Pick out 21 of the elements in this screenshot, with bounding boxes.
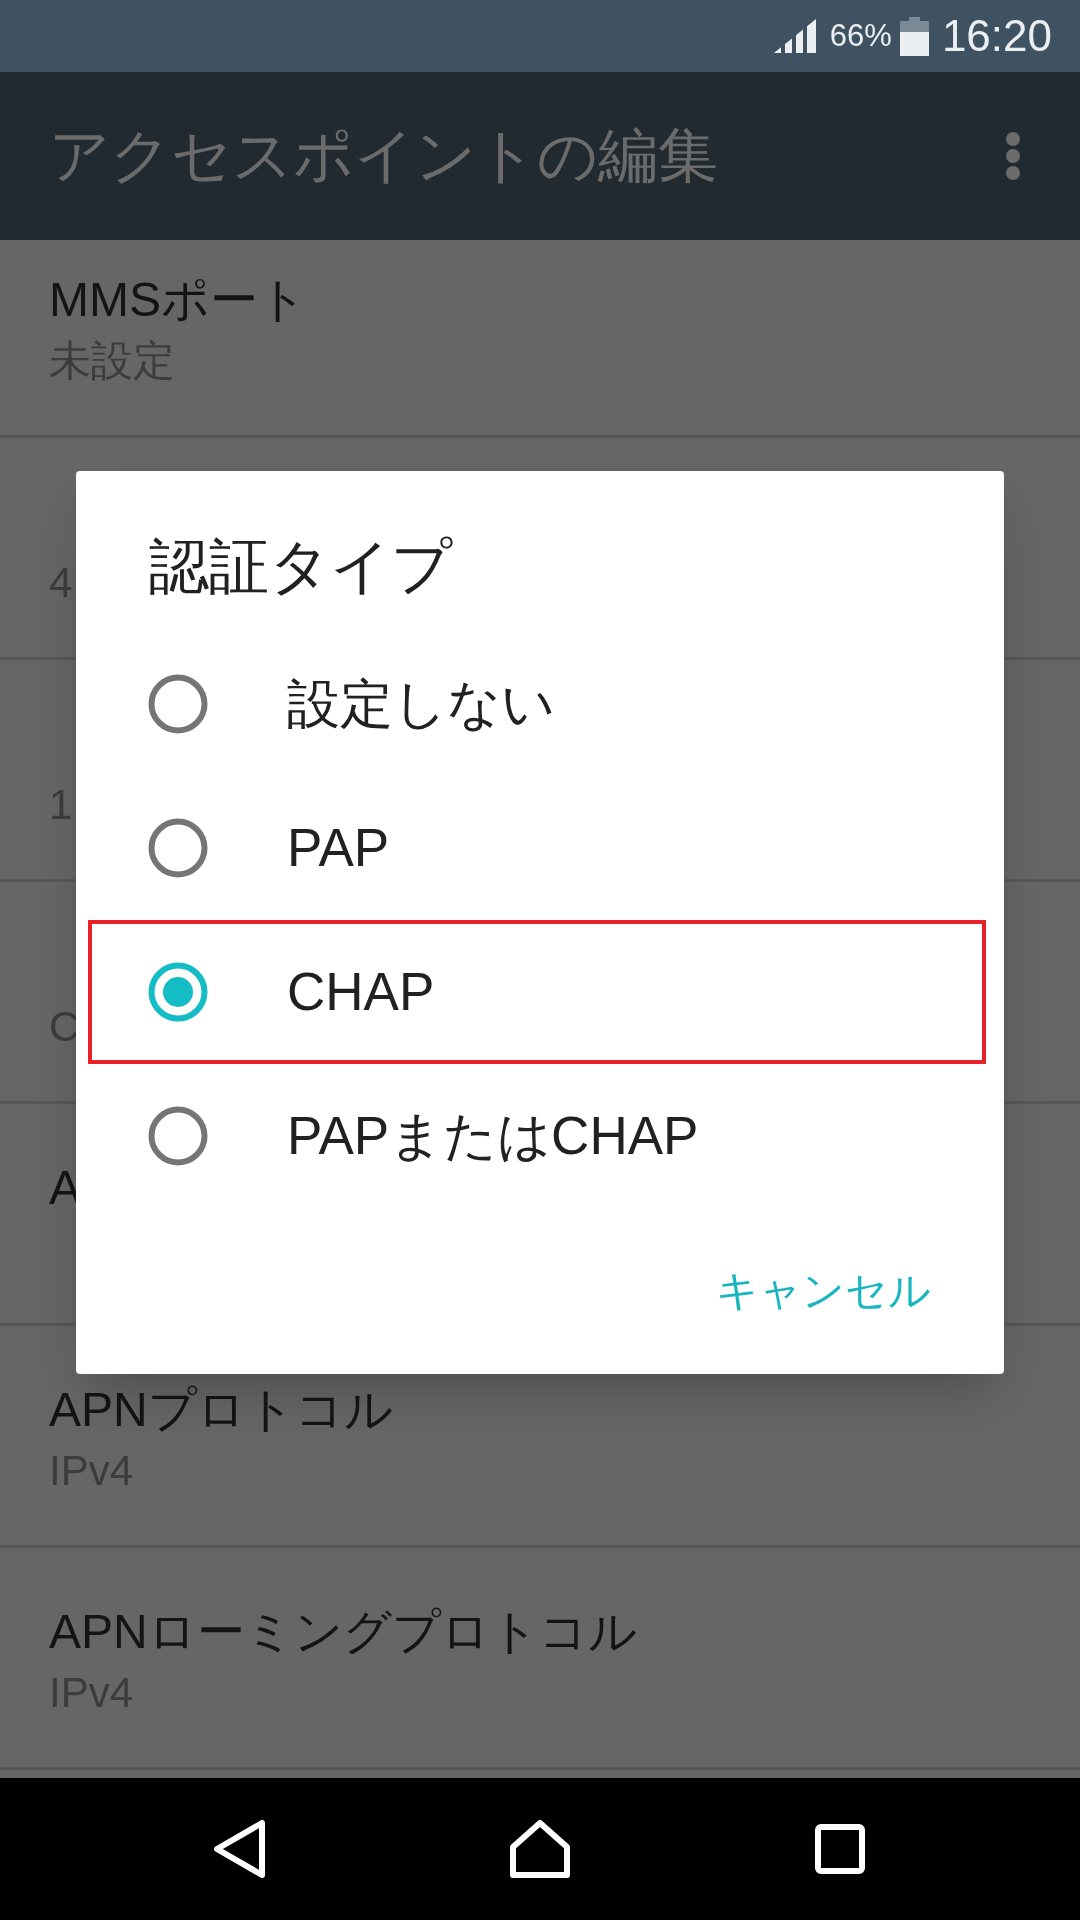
radio-option[interactable]: PAPまたはCHAP <box>88 1064 986 1208</box>
more-options-icon[interactable] <box>1006 132 1020 180</box>
battery-percent: 66% <box>829 17 892 55</box>
radio-button-icon[interactable] <box>148 962 208 1022</box>
setting-title: MMSポート <box>49 272 307 328</box>
radio-button-icon[interactable] <box>148 674 208 734</box>
home-icon[interactable] <box>509 1819 571 1879</box>
back-icon[interactable] <box>212 1819 268 1879</box>
radio-option[interactable]: 設定しない <box>88 632 986 776</box>
setting-title: APNローミングプロトコル <box>49 1604 637 1660</box>
recent-apps-icon[interactable] <box>815 1824 865 1874</box>
radio-button-icon[interactable] <box>148 818 208 878</box>
screen-title: アクセスポイントの編集 <box>49 121 718 191</box>
radio-button-icon[interactable] <box>148 1106 208 1166</box>
battery-icon <box>899 16 929 56</box>
dialog-title: 認証タイプ <box>149 533 452 600</box>
signal-icon <box>773 19 816 53</box>
clock-time: 16:20 <box>941 10 1052 62</box>
radio-option[interactable]: PAP <box>88 776 986 920</box>
radio-option[interactable]: CHAP <box>88 920 986 1064</box>
setting-title: APNプロトコル <box>49 1382 393 1438</box>
